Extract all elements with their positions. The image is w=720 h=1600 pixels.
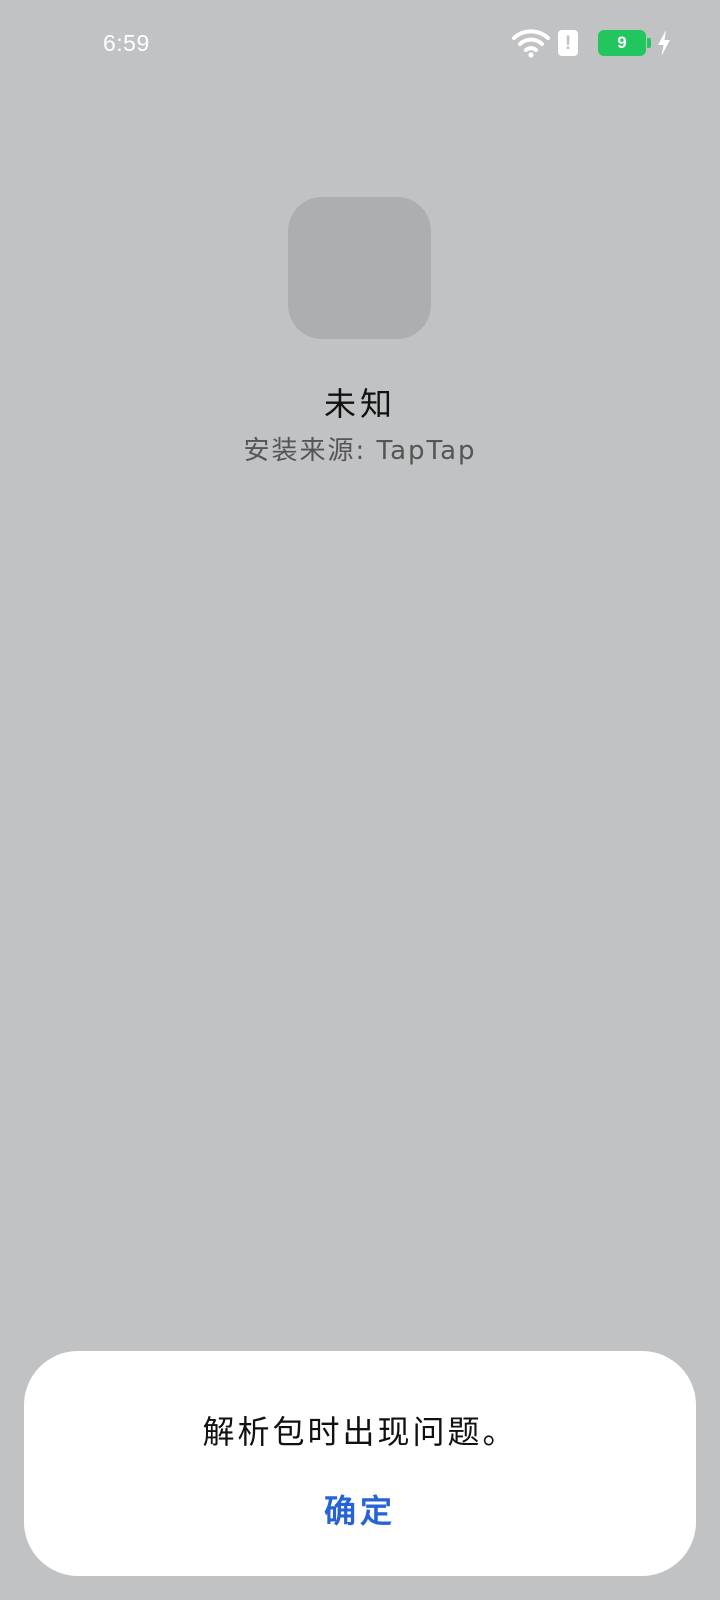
charging-icon — [658, 30, 670, 56]
battery-level: 9 — [617, 33, 627, 52]
battery-icon: 9 — [598, 30, 651, 56]
alert-icon: ! — [558, 30, 578, 56]
wifi-icon — [512, 29, 550, 58]
error-dialog: 解析包时出现问题。 确定 — [24, 1351, 696, 1576]
status-time: 6:59 — [103, 30, 150, 56]
app-icon-placeholder — [288, 197, 431, 339]
dialog-message: 解析包时出现问题。 — [202, 1413, 518, 1451]
status-bar: 6:59 ! 9 — [0, 0, 720, 90]
status-icons: ! 9 — [512, 26, 672, 60]
install-source: 安装来源: TapTap — [243, 436, 477, 466]
confirm-button[interactable]: 确定 — [310, 1481, 410, 1537]
app-name: 未知 — [323, 385, 396, 423]
